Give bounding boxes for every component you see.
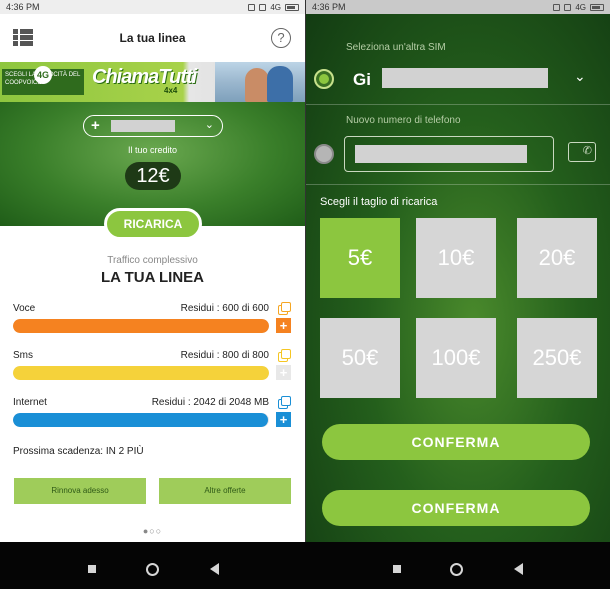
banner-photo <box>215 62 305 102</box>
chevron-down-icon: ⌄ <box>204 119 214 131</box>
usage-row: Voce Residui : 600 di 600 + <box>13 302 293 341</box>
banner-brand: ChiamaTutti <box>92 66 197 88</box>
notification-icon <box>248 3 256 11</box>
expiry-text: Prossima scadenza: IN 2 PIÙ <box>13 446 144 457</box>
recents-icon[interactable] <box>393 565 401 573</box>
usage-progress-fill <box>13 366 269 380</box>
usage-row: Sms Residui : 800 di 800 + <box>13 349 293 388</box>
notification-icon <box>553 3 561 11</box>
usage-label: Sms <box>13 350 33 361</box>
amount-option[interactable]: 100€ <box>416 318 496 398</box>
divider <box>306 184 610 185</box>
usage-row: Internet Residui : 2042 di 2048 MB + <box>13 396 293 435</box>
amount-option[interactable]: 50€ <box>320 318 400 398</box>
usage-progress-bar <box>13 366 269 380</box>
promo-banner[interactable]: SCEGLI LA VELOCITÀ DEL COOPVOICE 4G Chia… <box>0 62 305 102</box>
status-bar: 4:36 PM 4G <box>306 0 610 14</box>
status-time: 4:36 PM <box>312 2 346 12</box>
ricarica-button[interactable]: RICARICA <box>104 208 202 240</box>
top-bar: La tua linea ? <box>0 14 305 62</box>
usage-residual: Residui : 2042 di 2048 MB <box>151 397 269 408</box>
masked-sim-name <box>382 68 548 88</box>
credit-value: 12€ <box>125 162 181 190</box>
battery-icon <box>285 3 299 11</box>
phone-label: Nuovo numero di telefono <box>346 115 461 126</box>
plus-icon: + <box>91 117 100 134</box>
battery-icon <box>590 3 604 11</box>
recharge-amount-label: Scegli il taglio di ricarica <box>320 196 438 208</box>
add-bundle-icon[interactable]: + <box>276 412 291 427</box>
recents-icon[interactable] <box>88 565 96 573</box>
add-bundle-icon[interactable]: + <box>276 365 291 380</box>
usage-progress-bar <box>13 319 269 333</box>
sim-select-label: Seleziona un'altra SIM <box>346 42 446 53</box>
usage-residual: Residui : 600 di 600 <box>180 303 269 314</box>
network-label: 4G <box>575 2 586 12</box>
home-icon[interactable] <box>450 563 463 576</box>
other-offers-button[interactable]: Altre offerte <box>159 478 291 504</box>
sim-radio-selected[interactable] <box>314 69 334 89</box>
status-bar: 4:36 PM 4G <box>0 0 305 14</box>
network-label: 4G <box>270 2 281 12</box>
amount-option[interactable]: 5€ <box>320 218 400 298</box>
confirm-button-bottom[interactable]: CONFERMA <box>322 490 590 526</box>
back-icon[interactable] <box>514 563 523 575</box>
phone-radio[interactable] <box>314 144 334 164</box>
traffic-title: LA TUA LINEA <box>100 269 205 286</box>
status-icons: 4G <box>248 3 299 12</box>
help-icon[interactable]: ? <box>271 28 291 48</box>
usage-label: Internet <box>13 397 47 408</box>
line-selector[interactable]: + ⌄ <box>83 115 223 137</box>
usage-progress-fill <box>13 319 269 333</box>
copy-icon[interactable] <box>278 349 291 362</box>
amount-option[interactable]: 20€ <box>517 218 597 298</box>
usage-label: Voce <box>13 303 36 314</box>
banner-brand-sub: 4x4 <box>164 86 178 95</box>
add-bundle-icon[interactable]: + <box>276 318 291 333</box>
confirm-button[interactable]: CONFERMA <box>322 424 590 460</box>
banner-4g-badge: 4G <box>34 66 52 84</box>
contact-book-icon[interactable]: ✆ <box>568 142 596 162</box>
copy-icon[interactable] <box>278 396 291 409</box>
amount-option[interactable]: 10€ <box>416 218 496 298</box>
alarm-icon <box>259 3 267 11</box>
renew-button[interactable]: Rinnova adesso <box>14 478 146 504</box>
copy-icon[interactable] <box>278 302 291 315</box>
traffic-subtitle: Traffico complessivo <box>107 255 198 266</box>
right-screen: 4:36 PM 4G Seleziona un'altra SIM Gi ⌄ N… <box>306 0 610 542</box>
usage-progress-fill <box>13 413 269 427</box>
masked-phone-number <box>355 145 527 163</box>
alarm-icon <box>564 3 572 11</box>
page-title: La tua linea <box>119 31 186 45</box>
back-icon[interactable] <box>210 563 219 575</box>
status-icons: 4G <box>553 3 604 12</box>
status-time: 4:36 PM <box>6 2 40 12</box>
phone-number-input[interactable] <box>344 136 554 172</box>
amount-option[interactable]: 250€ <box>517 318 597 398</box>
sim-name: Gi <box>353 70 371 89</box>
chevron-down-icon[interactable]: ⌄ <box>574 68 586 85</box>
credit-label: Il tuo credito <box>127 145 178 155</box>
left-screen: 4:36 PM 4G La tua linea ? SCEGLI LA VELO… <box>0 0 305 542</box>
usage-residual: Residui : 800 di 800 <box>180 350 269 361</box>
usage-progress-bar <box>13 413 269 427</box>
divider <box>306 104 610 105</box>
page-indicator: ●○○ <box>142 526 163 536</box>
masked-phone-number <box>111 120 175 132</box>
home-icon[interactable] <box>146 563 159 576</box>
